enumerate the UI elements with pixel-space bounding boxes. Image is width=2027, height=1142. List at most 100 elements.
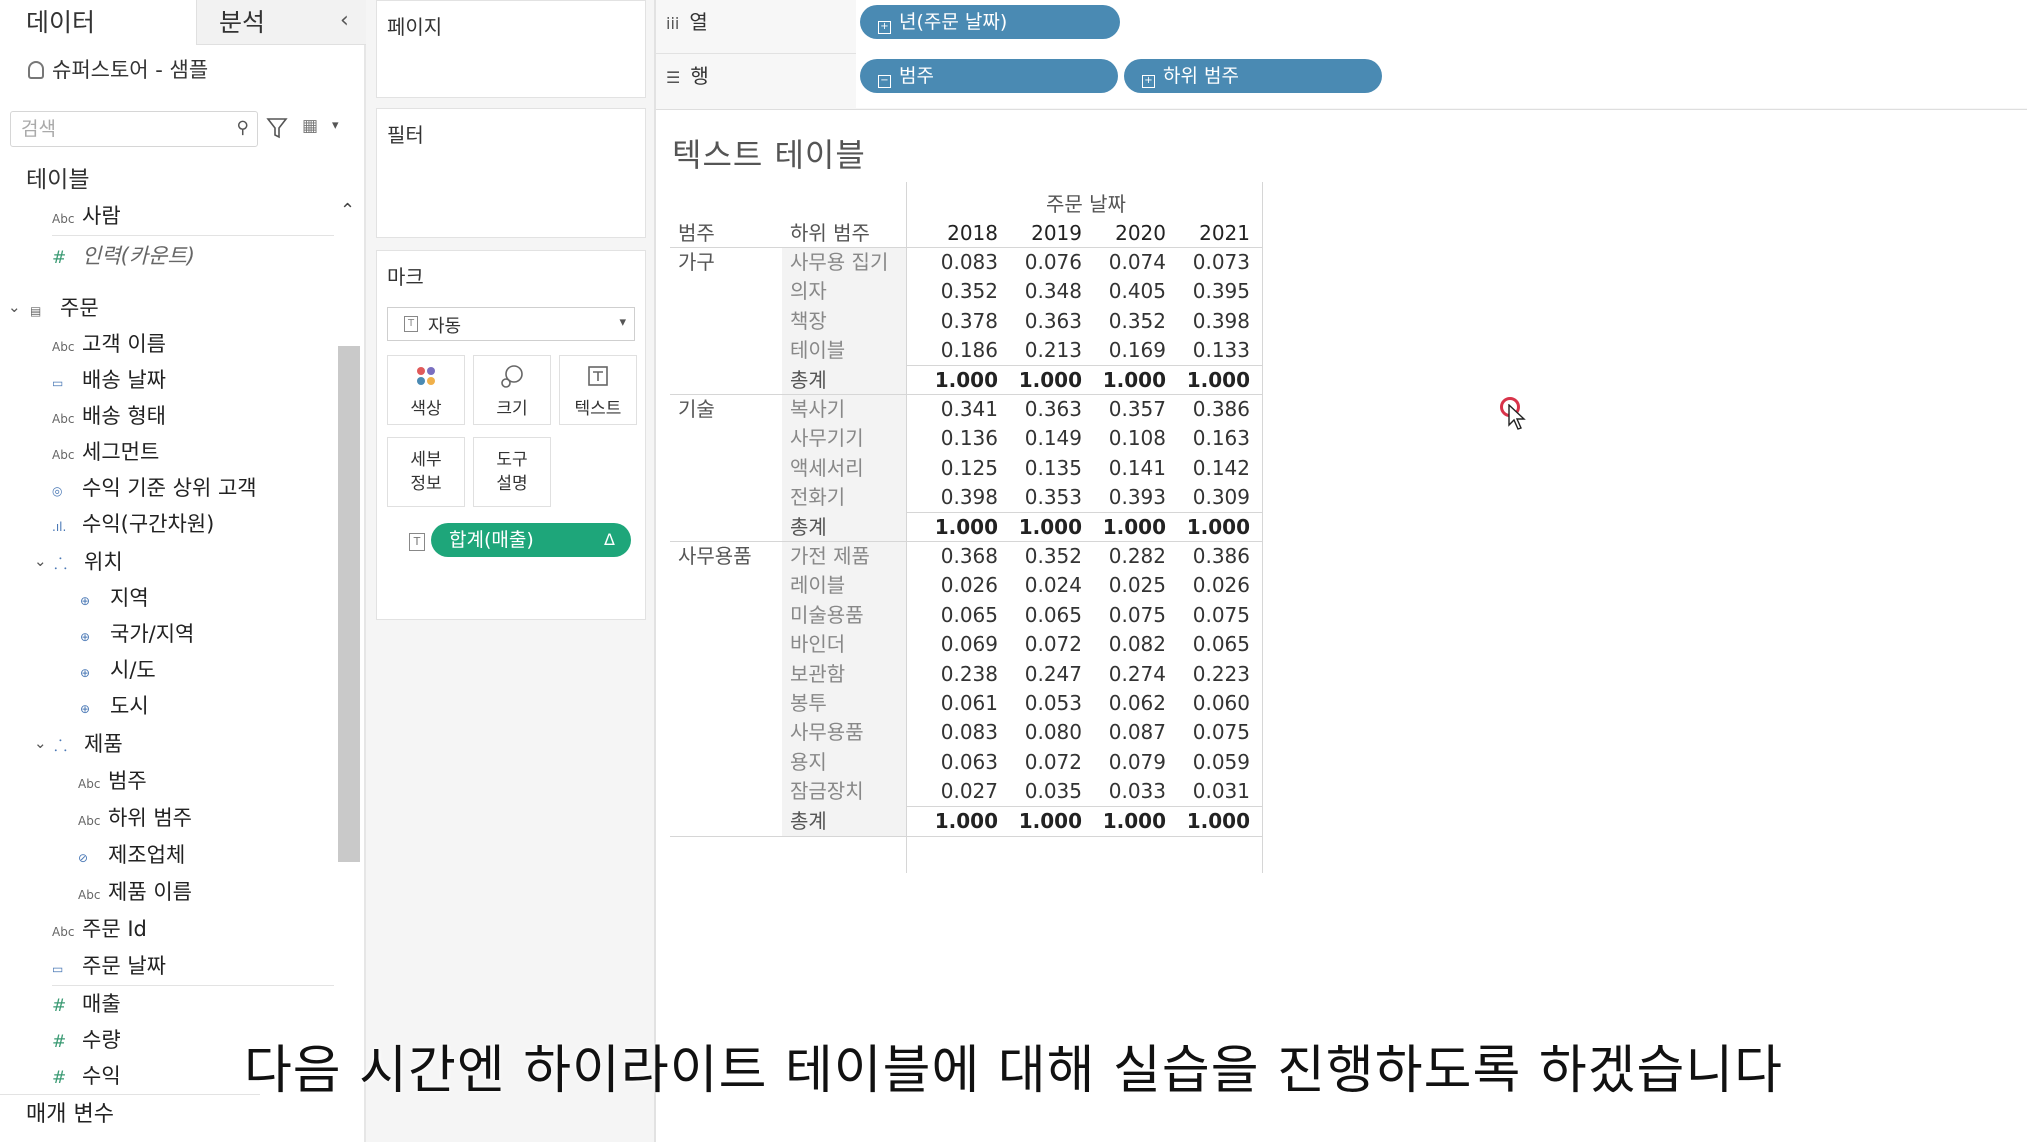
color-button[interactable]: 색상	[387, 355, 465, 425]
field-customer-name[interactable]: Abc 고객 이름	[52, 326, 166, 362]
field-manufacturer[interactable]: ⊘ 제조업체	[78, 837, 185, 873]
table-cell-value: 0.069	[940, 632, 998, 657]
table-cell-value: 0.075	[1192, 602, 1250, 627]
tab-data[interactable]: 데이터	[0, 0, 196, 45]
subcategory-label: 가전 제품	[790, 544, 870, 568]
datasource-icon	[28, 61, 44, 79]
table-orders[interactable]: ▤ 주문	[30, 290, 99, 326]
table-cell-value: 0.076	[1024, 250, 1082, 274]
field-sales[interactable]: # 매출	[52, 986, 121, 1022]
table-cell-value: 0.163	[1192, 426, 1250, 451]
header-category: 범주	[678, 221, 715, 245]
sheet-title: 텍스트 테이블	[672, 136, 866, 174]
shelves: iii 열 + 년(주문 날짜) ☰ 행 − 범주 + 하위 범주	[656, 0, 2027, 110]
grid-view-icon[interactable]: ▦	[302, 116, 318, 136]
field-state[interactable]: ⊕ 시/도	[80, 652, 156, 688]
subcategory-label: 책장	[790, 308, 827, 333]
category-label: 가구	[678, 250, 715, 274]
field-profit-bin[interactable]: .ıl. 수익(구간차원)	[52, 506, 214, 542]
text-button[interactable]: 텍스트	[559, 355, 637, 425]
table-cell-value: 0.065	[1192, 632, 1250, 657]
category-label: 사무용품	[678, 544, 752, 568]
filter-icon[interactable]	[266, 116, 288, 140]
table-cell-value: 0.142	[1192, 455, 1250, 480]
size-button[interactable]: 크기	[473, 355, 551, 425]
table-cell-value: 0.282	[1108, 544, 1166, 568]
subcategory-label: 잠금장치	[790, 779, 864, 804]
scrollbar-thumb[interactable]	[338, 346, 360, 862]
table-cell-value: 0.274	[1108, 661, 1166, 686]
subcategory-label: 총계	[790, 514, 827, 539]
measure-number-icon: #	[52, 996, 67, 1016]
hierarchy-location[interactable]: ⸫ 위치	[54, 544, 123, 580]
field-country[interactable]: ⊕ 국가/지역	[80, 616, 194, 652]
mark-type-dropdown[interactable]: T 자동 ▾	[387, 307, 635, 341]
field-city[interactable]: ⊕ 도시	[80, 688, 149, 724]
caret-down-icon[interactable]: ▾	[332, 118, 339, 133]
chevron-down-icon[interactable]: ⌄	[34, 734, 47, 752]
bin-icon: .ıl.	[52, 520, 67, 534]
subcategory-label: 사무기기	[790, 426, 864, 451]
tooltip-button[interactable]: 도구 설명	[473, 437, 551, 507]
columns-drop-zone[interactable]: + 년(주문 날짜)	[856, 0, 2027, 54]
divider	[52, 235, 334, 236]
year-order-date-pill[interactable]: + 년(주문 날짜)	[860, 5, 1120, 39]
table-cell-value: 0.059	[1192, 749, 1250, 774]
table-cell-value: 0.072	[1024, 749, 1082, 774]
table-cell-value: 0.075	[1108, 602, 1166, 627]
table-right-border	[1262, 182, 1263, 873]
globe-icon: ⊕	[80, 666, 91, 680]
field-entry-count[interactable]: # 인력(카운트)	[52, 238, 195, 274]
table-cell-value: 0.108	[1108, 426, 1166, 451]
table-cell-value: 0.065	[940, 602, 998, 627]
group-icon: ⊘	[78, 851, 89, 865]
scroll-up-icon[interactable]: ⌃	[340, 200, 355, 221]
table-cell-value: 0.395	[1192, 279, 1250, 304]
filters-card[interactable]: 필터	[376, 108, 646, 238]
pages-card[interactable]: 페이지	[376, 0, 646, 98]
text-mark-icon: T	[404, 316, 418, 332]
chevron-left-icon[interactable]: ‹	[340, 8, 349, 33]
view-canvas[interactable]: 텍스트 테이블 주문 날짜 범주 하위 범주 2018 2019 2020 2021 가구 사무…	[656, 110, 2027, 1142]
chevron-down-icon[interactable]: ⌄	[8, 298, 21, 316]
detail-button[interactable]: 세부 정보	[387, 437, 465, 507]
field-product-name[interactable]: Abc 제품 이름	[78, 874, 192, 910]
chevron-down-icon[interactable]: ⌄	[34, 552, 47, 570]
subcategory-label: 보관함	[790, 661, 846, 686]
table-cell-value: 0.363	[1024, 397, 1082, 421]
field-ship-date[interactable]: ▭ 배송 날짜	[52, 362, 166, 398]
table-cell-value: 1.000	[1018, 808, 1082, 833]
string-type-icon: Abc	[52, 925, 75, 939]
field-region[interactable]: ⊕ 지역	[80, 580, 149, 616]
sub-category-pill[interactable]: + 하위 범주	[1124, 59, 1382, 93]
globe-icon: ⊕	[80, 702, 91, 716]
calendar-icon: ▭	[52, 376, 64, 390]
sum-sales-pill[interactable]: 합계(매출) Δ	[431, 523, 631, 557]
field-segment[interactable]: Abc 세그먼트	[52, 434, 159, 470]
field-person[interactable]: Abc 사람	[52, 198, 121, 234]
search-icon[interactable]: ⚲	[237, 118, 249, 138]
field-order-id[interactable]: Abc 주문 Id	[52, 911, 147, 947]
table-vertical-divider	[906, 182, 907, 873]
category-pill[interactable]: − 범주	[860, 59, 1118, 93]
rows-drop-zone[interactable]: − 범주 + 하위 범주	[856, 54, 2027, 108]
search-input[interactable]	[11, 112, 211, 146]
field-ship-mode[interactable]: Abc 배송 형태	[52, 398, 166, 434]
table-cell-value: 0.238	[940, 661, 998, 686]
datasource-item[interactable]: 슈퍼스토어 - 샘플	[28, 54, 208, 86]
field-category[interactable]: Abc 범주	[78, 763, 147, 799]
year-header: 2019	[1031, 221, 1082, 245]
field-top-customers[interactable]: ◎ 수익 기준 상위 고객	[52, 470, 257, 506]
field-sub-category[interactable]: Abc 하위 범주	[78, 800, 192, 836]
detail-label-line1: 세부	[410, 450, 442, 470]
field-order-date[interactable]: ▭ 주문 날짜	[52, 948, 166, 984]
tooltip-label-line2: 설명	[496, 474, 528, 494]
rows-shelf-label: ☰ 행	[666, 64, 709, 88]
globe-icon: ⊕	[80, 630, 91, 644]
columns-shelf-label: iii 열	[666, 10, 708, 34]
table-cell-value: 0.087	[1108, 720, 1166, 745]
search-box[interactable]: ⚲	[10, 111, 258, 147]
hierarchy-product[interactable]: ⸫ 제품	[54, 726, 123, 762]
header-subcategory: 하위 범주	[790, 221, 870, 245]
subcategory-label: 액세서리	[790, 455, 864, 480]
